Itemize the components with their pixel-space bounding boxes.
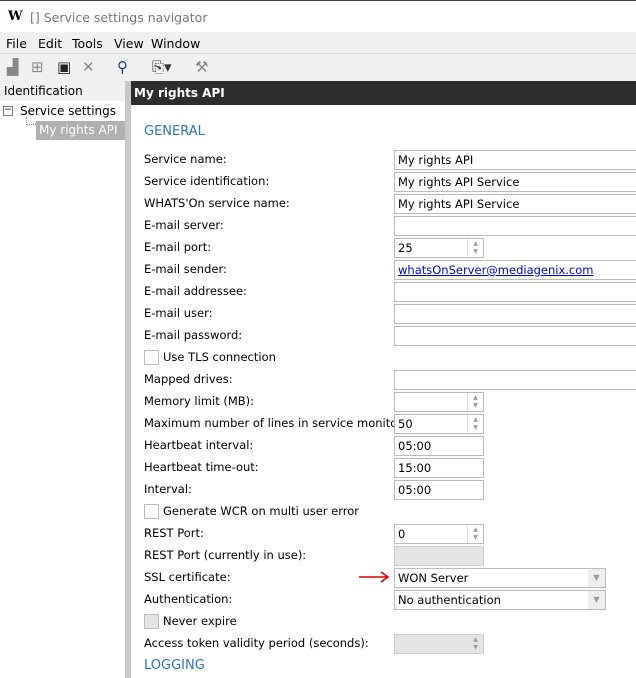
generate-wcr-on-multi-user-error-checkbox[interactable] bbox=[144, 504, 159, 519]
e-mail-user-input[interactable] bbox=[394, 304, 636, 324]
settings-form: GENERAL Service name: My rights API Servic… bbox=[131, 105, 636, 678]
mapped-drives-input[interactable] bbox=[394, 370, 636, 390]
title-bar: W [] Service settings navigator bbox=[0, 0, 636, 32]
rest-port-currently-in-use-input bbox=[394, 546, 484, 566]
spinner-arrows-icon[interactable]: ▲ ▼ bbox=[467, 239, 483, 257]
e-mail-user-label: E-mail user: bbox=[144, 306, 213, 320]
spinner-arrows-icon[interactable]: ▲ ▼ bbox=[467, 525, 483, 543]
whats-on-service-name-input[interactable]: My rights API Service bbox=[394, 194, 636, 214]
search-icon[interactable]: ⚲ bbox=[117, 58, 128, 76]
e-mail-addressee-input[interactable] bbox=[394, 282, 636, 302]
chevron-down-icon[interactable]: ▼ bbox=[588, 591, 605, 609]
ssl-certificate-label: SSL certificate: bbox=[144, 570, 231, 584]
memory-limit-mb-label: Memory limit (MB): bbox=[144, 394, 255, 408]
e-mail-sender-input[interactable]: whatsOnServer@mediagenix.com bbox=[394, 260, 636, 280]
service-name-label: Service name: bbox=[144, 152, 227, 166]
navigation-tree: Identification − Service settings My rig… bbox=[0, 81, 125, 678]
window-title: [] Service settings navigator bbox=[30, 10, 208, 25]
tree-icon[interactable]: ⊞ bbox=[31, 58, 44, 76]
ssl-certificate-value: WON Server bbox=[398, 571, 469, 585]
menu-bar: File Edit Tools View Window bbox=[0, 32, 636, 54]
service-identification-value: My rights API Service bbox=[398, 175, 520, 189]
service-identification-input[interactable]: My rights API Service bbox=[394, 172, 636, 192]
heartbeat-interval-input[interactable]: 05:00 bbox=[394, 436, 484, 456]
rest-port-input[interactable]: 0 ▲ ▼ bbox=[394, 524, 484, 544]
e-mail-sender-value: whatsOnServer@mediagenix.com bbox=[398, 263, 594, 277]
delete-icon[interactable]: ✕ bbox=[82, 58, 95, 76]
e-mail-server-input[interactable] bbox=[394, 216, 636, 236]
collapse-icon[interactable]: − bbox=[3, 106, 13, 116]
whats-on-service-name-value: My rights API Service bbox=[398, 197, 520, 211]
authentication-value: No authentication bbox=[398, 593, 501, 607]
interval-label: Interval: bbox=[144, 482, 192, 496]
maximum-number-of-lines-in-service-monitor-value: 50 bbox=[398, 417, 413, 431]
service-name-value: My rights API bbox=[398, 153, 474, 167]
report-dropdown-icon[interactable]: ⎘▾ bbox=[152, 58, 172, 76]
never-expire-label: Never expire bbox=[163, 614, 237, 628]
authentication-label: Authentication: bbox=[144, 592, 233, 606]
e-mail-port-input[interactable]: 25 ▲ ▼ bbox=[394, 238, 484, 258]
e-mail-port-label: E-mail port: bbox=[144, 240, 212, 254]
authentication-select[interactable]: No authentication ▼ bbox=[394, 590, 606, 610]
heartbeat-interval-value: 05:00 bbox=[398, 439, 432, 453]
chevron-down-icon[interactable]: ▼ bbox=[588, 569, 605, 587]
maximum-number-of-lines-in-service-monitor-input[interactable]: 50 ▲ ▼ bbox=[394, 414, 484, 434]
menu-view[interactable]: View bbox=[114, 36, 144, 51]
spinner-arrows-icon[interactable]: ▲ ▼ bbox=[467, 393, 483, 411]
heartbeat-time-out-value: 15:00 bbox=[398, 461, 432, 475]
rest-port-label: REST Port: bbox=[144, 526, 204, 540]
never-expire-checkbox[interactable] bbox=[144, 614, 159, 629]
interval-value: 05:00 bbox=[398, 483, 432, 497]
save-icon[interactable]: ▣ bbox=[57, 58, 71, 76]
menu-tools[interactable]: Tools bbox=[72, 36, 103, 51]
memory-limit-mb-input[interactable]: ▲ ▼ bbox=[394, 392, 484, 412]
rest-port-value: 0 bbox=[398, 527, 406, 541]
ssl-certificate-select[interactable]: WON Server ▼ bbox=[394, 568, 606, 588]
service-name-input[interactable]: My rights API bbox=[394, 150, 636, 170]
use-tls-connection-checkbox[interactable] bbox=[144, 350, 159, 365]
menu-window[interactable]: Window bbox=[151, 36, 200, 51]
e-mail-port-value: 25 bbox=[398, 241, 413, 255]
chart-icon[interactable]: ▟ bbox=[7, 58, 19, 76]
interval-input[interactable]: 05:00 bbox=[394, 480, 484, 500]
e-mail-server-label: E-mail server: bbox=[144, 218, 224, 232]
maximum-number-of-lines-in-service-monitor-label: Maximum number of lines in service monit… bbox=[144, 416, 406, 430]
toolbar: ▟ ⊞ ▣ ✕ ⚲ ⎘▾ ⚒ bbox=[0, 54, 636, 81]
tree-item-service-settings[interactable]: Service settings bbox=[20, 104, 116, 118]
e-mail-addressee-label: E-mail addressee: bbox=[144, 284, 247, 298]
heartbeat-time-out-input[interactable]: 15:00 bbox=[394, 458, 484, 478]
heartbeat-time-out-label: Heartbeat time-out: bbox=[144, 460, 259, 474]
menu-edit[interactable]: Edit bbox=[38, 36, 62, 51]
use-tls-connection-label: Use TLS connection bbox=[163, 350, 276, 364]
rest-port-currently-in-use-label: REST Port (currently in use): bbox=[144, 548, 307, 562]
e-mail-sender-label: E-mail sender: bbox=[144, 262, 227, 276]
tree-connector bbox=[26, 117, 36, 125]
service-identification-label: Service identification: bbox=[144, 174, 270, 188]
menu-file[interactable]: File bbox=[6, 36, 27, 51]
section-logging: LOGGING bbox=[144, 658, 205, 673]
tools-icon[interactable]: ⚒ bbox=[195, 58, 208, 76]
panel-title: My rights API bbox=[131, 81, 636, 105]
annotation-arrow bbox=[359, 571, 390, 583]
section-general: GENERAL bbox=[144, 124, 205, 139]
tree-header: Identification bbox=[0, 81, 125, 101]
whats-on-service-name-label: WHATS'On service name: bbox=[144, 196, 290, 210]
tree-item-my-rights-api[interactable]: My rights API bbox=[36, 121, 125, 140]
spinner-arrows-icon[interactable]: ▲ ▼ bbox=[467, 635, 483, 653]
mapped-drives-label: Mapped drives: bbox=[144, 372, 233, 386]
access-token-validity-period-seconds-input: ▲ ▼ bbox=[394, 634, 484, 654]
spinner-arrows-icon[interactable]: ▲ ▼ bbox=[467, 415, 483, 433]
e-mail-password-label: E-mail password: bbox=[144, 328, 243, 342]
access-token-validity-period-seconds-label: Access token validity period (seconds): bbox=[144, 636, 369, 650]
generate-wcr-on-multi-user-error-label: Generate WCR on multi user error bbox=[163, 504, 360, 518]
e-mail-password-input[interactable] bbox=[394, 326, 636, 346]
app-logo: W bbox=[8, 9, 23, 24]
heartbeat-interval-label: Heartbeat interval: bbox=[144, 438, 254, 452]
